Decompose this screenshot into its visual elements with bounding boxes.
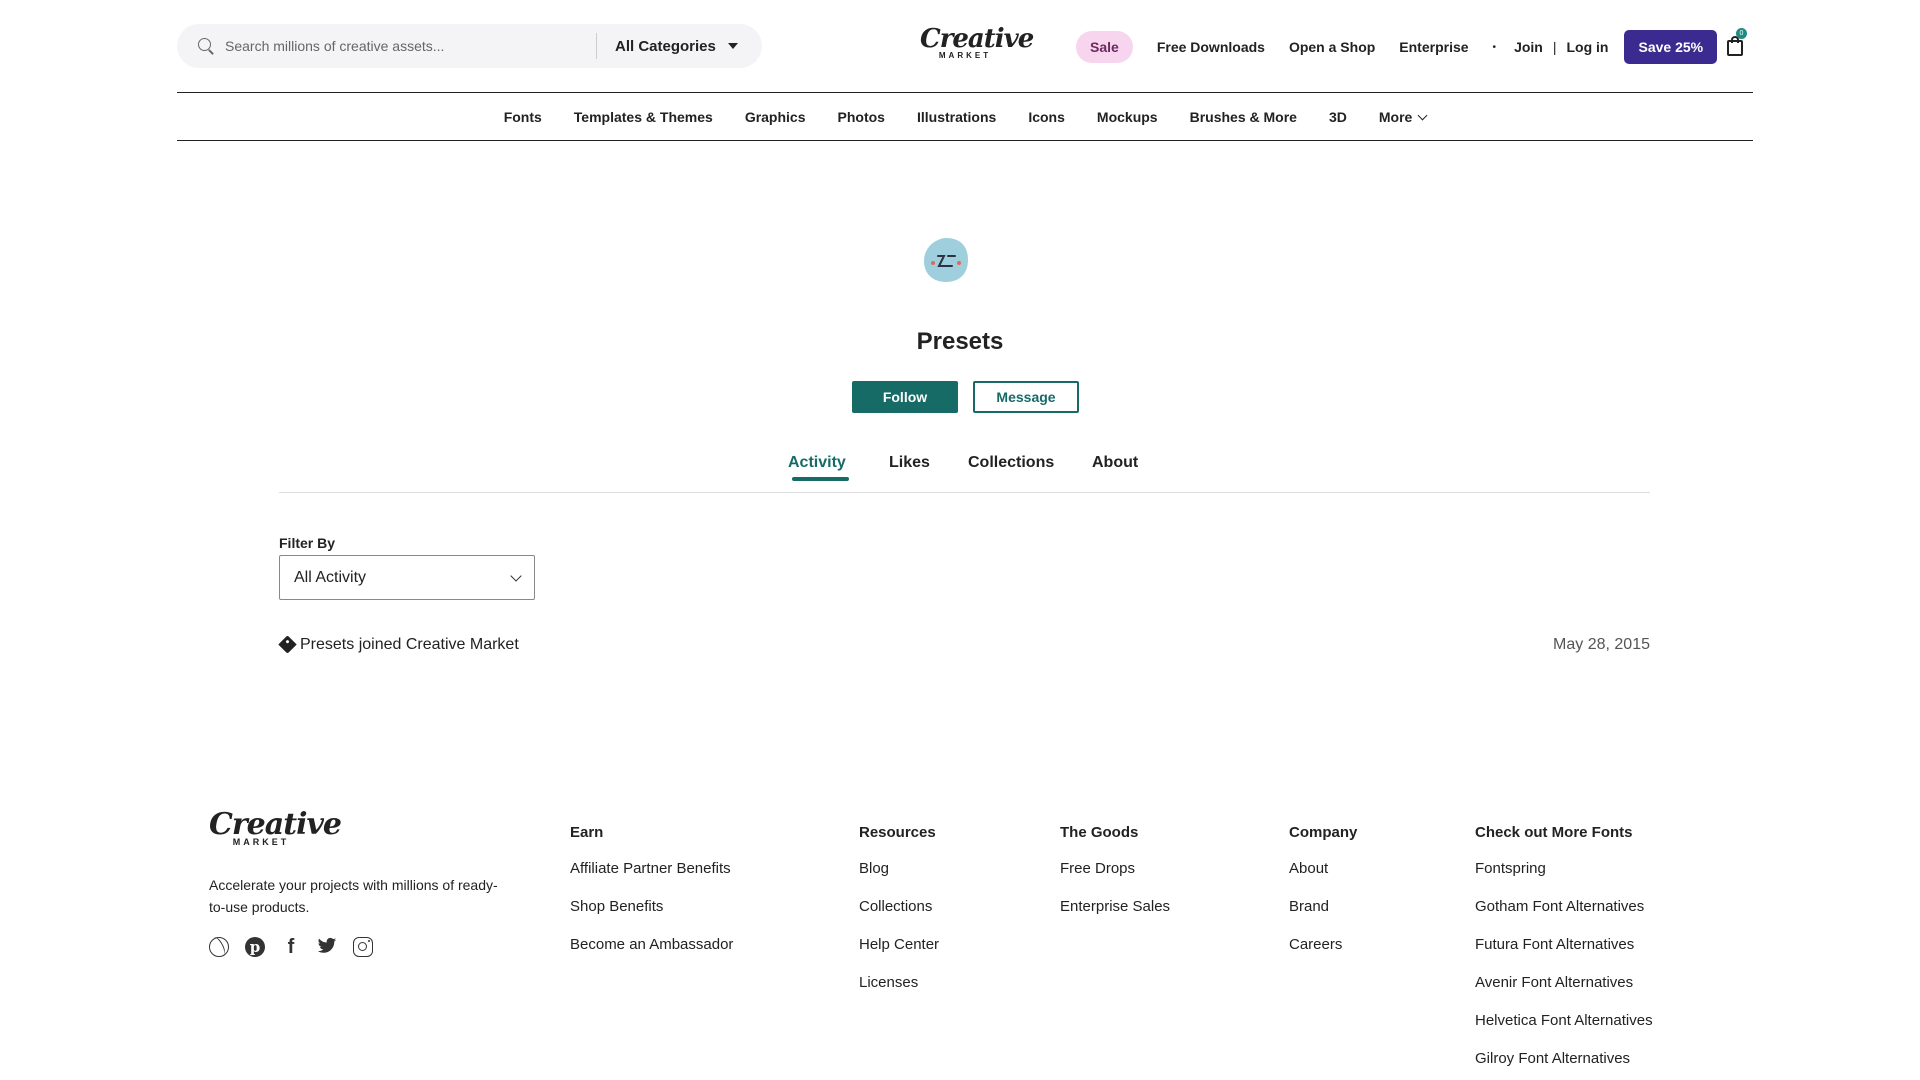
open-shop-link[interactable]: Open a Shop (1289, 39, 1375, 55)
instagram-icon[interactable] (353, 937, 373, 957)
category-dropdown-label: All Categories (615, 37, 716, 55)
footer-logo-word: Creative (209, 807, 342, 842)
footer-link[interactable]: Become an Ambassador (570, 935, 733, 973)
category-link-templates[interactable]: Templates & Themes (574, 109, 713, 125)
filter-select-value: All Activity (294, 568, 367, 586)
footer-link[interactable]: Careers (1289, 935, 1357, 973)
footer-column-title: Resources (859, 824, 936, 841)
footer-link[interactable]: Gilroy Font Alternatives (1475, 1049, 1653, 1080)
chevron-down-icon (510, 570, 522, 582)
footer-link[interactable]: Enterprise Sales (1060, 897, 1170, 935)
site-logo[interactable]: Creative MARKET (920, 24, 1034, 60)
logo-word: Creative (920, 24, 1034, 54)
filter-label: Filter By (279, 535, 336, 551)
message-button[interactable]: Message (973, 381, 1079, 413)
category-more-menu[interactable]: More (1378, 109, 1428, 125)
category-link-photos[interactable]: Photos (838, 109, 885, 125)
filter-select[interactable]: All Activity (279, 555, 535, 600)
cart-button[interactable]: 0 (1724, 28, 1747, 58)
pinterest-icon[interactable]: p (245, 937, 265, 957)
tab-likes[interactable]: Likes (889, 454, 930, 472)
category-dropdown[interactable]: All Categories (615, 38, 738, 55)
footer-link[interactable]: Shop Benefits (570, 897, 733, 935)
footer-column-earn: Earn Affiliate Partner Benefits Shop Ben… (570, 824, 733, 973)
login-link[interactable]: Log in (1566, 39, 1608, 55)
footer-link[interactable]: Help Center (859, 935, 939, 973)
footer-link[interactable]: Avenir Font Alternatives (1475, 973, 1653, 1011)
join-link[interactable]: Join (1514, 39, 1543, 55)
nav-dot-separator: • (1492, 41, 1497, 53)
tab-about[interactable]: About (1092, 454, 1138, 472)
footer-link[interactable]: Brand (1289, 897, 1357, 935)
footer-link[interactable]: Affiliate Partner Benefits (570, 859, 733, 897)
footer-column-title: The Goods (1060, 824, 1139, 841)
category-link-illustrations[interactable]: Illustrations (917, 109, 996, 125)
category-link-brushes[interactable]: Brushes & More (1190, 109, 1297, 125)
footer-link[interactable]: Futura Font Alternatives (1475, 935, 1653, 973)
chevron-down-icon (1417, 110, 1428, 121)
profile-tabs: Activity Likes Collections About (279, 442, 1650, 493)
profile-name: Presets (916, 328, 1004, 355)
activity-date: May 28, 2015 (1553, 636, 1650, 653)
footer-link[interactable]: Fontspring (1475, 859, 1653, 897)
tab-activity[interactable]: Activity (788, 454, 846, 472)
header-nav: Sale Free Downloads Open a Shop Enterpri… (1076, 30, 1718, 64)
footer-link[interactable]: About (1289, 859, 1357, 897)
footer-column-resources: Resources Blog Collections Help Center L… (859, 824, 939, 1011)
footer-column-the-goods: The Goods Free Drops Enterprise Sales (1060, 824, 1170, 935)
activity-text: Presets joined Creative Market (300, 636, 519, 653)
twitter-icon[interactable] (317, 937, 337, 957)
activity-item: Presets joined Creative Market May 28, 2… (278, 635, 1650, 660)
twitter-bird-shape (317, 937, 337, 953)
footer-column-company: Company About Brand Careers (1289, 824, 1357, 973)
save-25-button[interactable]: Save 25% (1624, 30, 1718, 64)
avatar (924, 238, 968, 282)
footer-link[interactable]: Collections (859, 897, 939, 935)
search-input[interactable] (225, 31, 585, 61)
nav-separator: | (1552, 39, 1557, 55)
search-icon[interactable] (197, 37, 215, 55)
category-link-mockups[interactable]: Mockups (1097, 109, 1158, 125)
dribbble-icon[interactable] (209, 937, 229, 957)
footer-link[interactable]: Gotham Font Alternatives (1475, 897, 1653, 935)
enterprise-link[interactable]: Enterprise (1399, 39, 1468, 55)
bag-icon-body (1727, 40, 1743, 56)
footer-link[interactable]: Helvetica Font Alternatives (1475, 1011, 1653, 1049)
search-bar: All Categories (177, 24, 762, 68)
search-divider (596, 33, 597, 59)
category-link-icons[interactable]: Icons (1028, 109, 1065, 125)
free-downloads-link[interactable]: Free Downloads (1157, 39, 1265, 55)
cart-count-badge: 0 (1736, 28, 1747, 39)
more-label: More (1378, 109, 1413, 125)
caret-down-icon (727, 43, 738, 49)
footer-column-more-fonts: Check out More Fonts Fontspring Gotham F… (1475, 824, 1653, 1080)
footer-logo[interactable]: Creative MARKET (209, 807, 342, 848)
category-link-3d[interactable]: 3D (1329, 109, 1347, 125)
footer-column-title: Check out More Fonts (1475, 824, 1633, 841)
footer-link[interactable]: Blog (859, 859, 939, 897)
tag-icon (278, 635, 297, 654)
footer-link[interactable]: Free Drops (1060, 859, 1170, 897)
category-link-fonts[interactable]: Fonts (504, 109, 542, 125)
footer-column-title: Earn (570, 824, 604, 841)
footer-link[interactable]: Licenses (859, 973, 939, 1011)
category-link-graphics[interactable]: Graphics (745, 109, 806, 125)
category-nav: Fonts Templates & Themes Graphics Photos… (177, 94, 1753, 141)
footer-column-title: Company (1289, 824, 1358, 841)
footer-tagline: Accelerate your projects with millions o… (209, 877, 498, 915)
site-header: All Categories Creative MARKET Sale Free… (177, 0, 1753, 93)
social-links: p f (209, 937, 389, 957)
follow-button[interactable]: Follow (852, 381, 958, 413)
facebook-icon[interactable]: f (281, 937, 301, 957)
sale-link[interactable]: Sale (1076, 31, 1133, 63)
tab-collections[interactable]: Collections (968, 454, 1054, 472)
active-tab-indicator (792, 477, 849, 481)
